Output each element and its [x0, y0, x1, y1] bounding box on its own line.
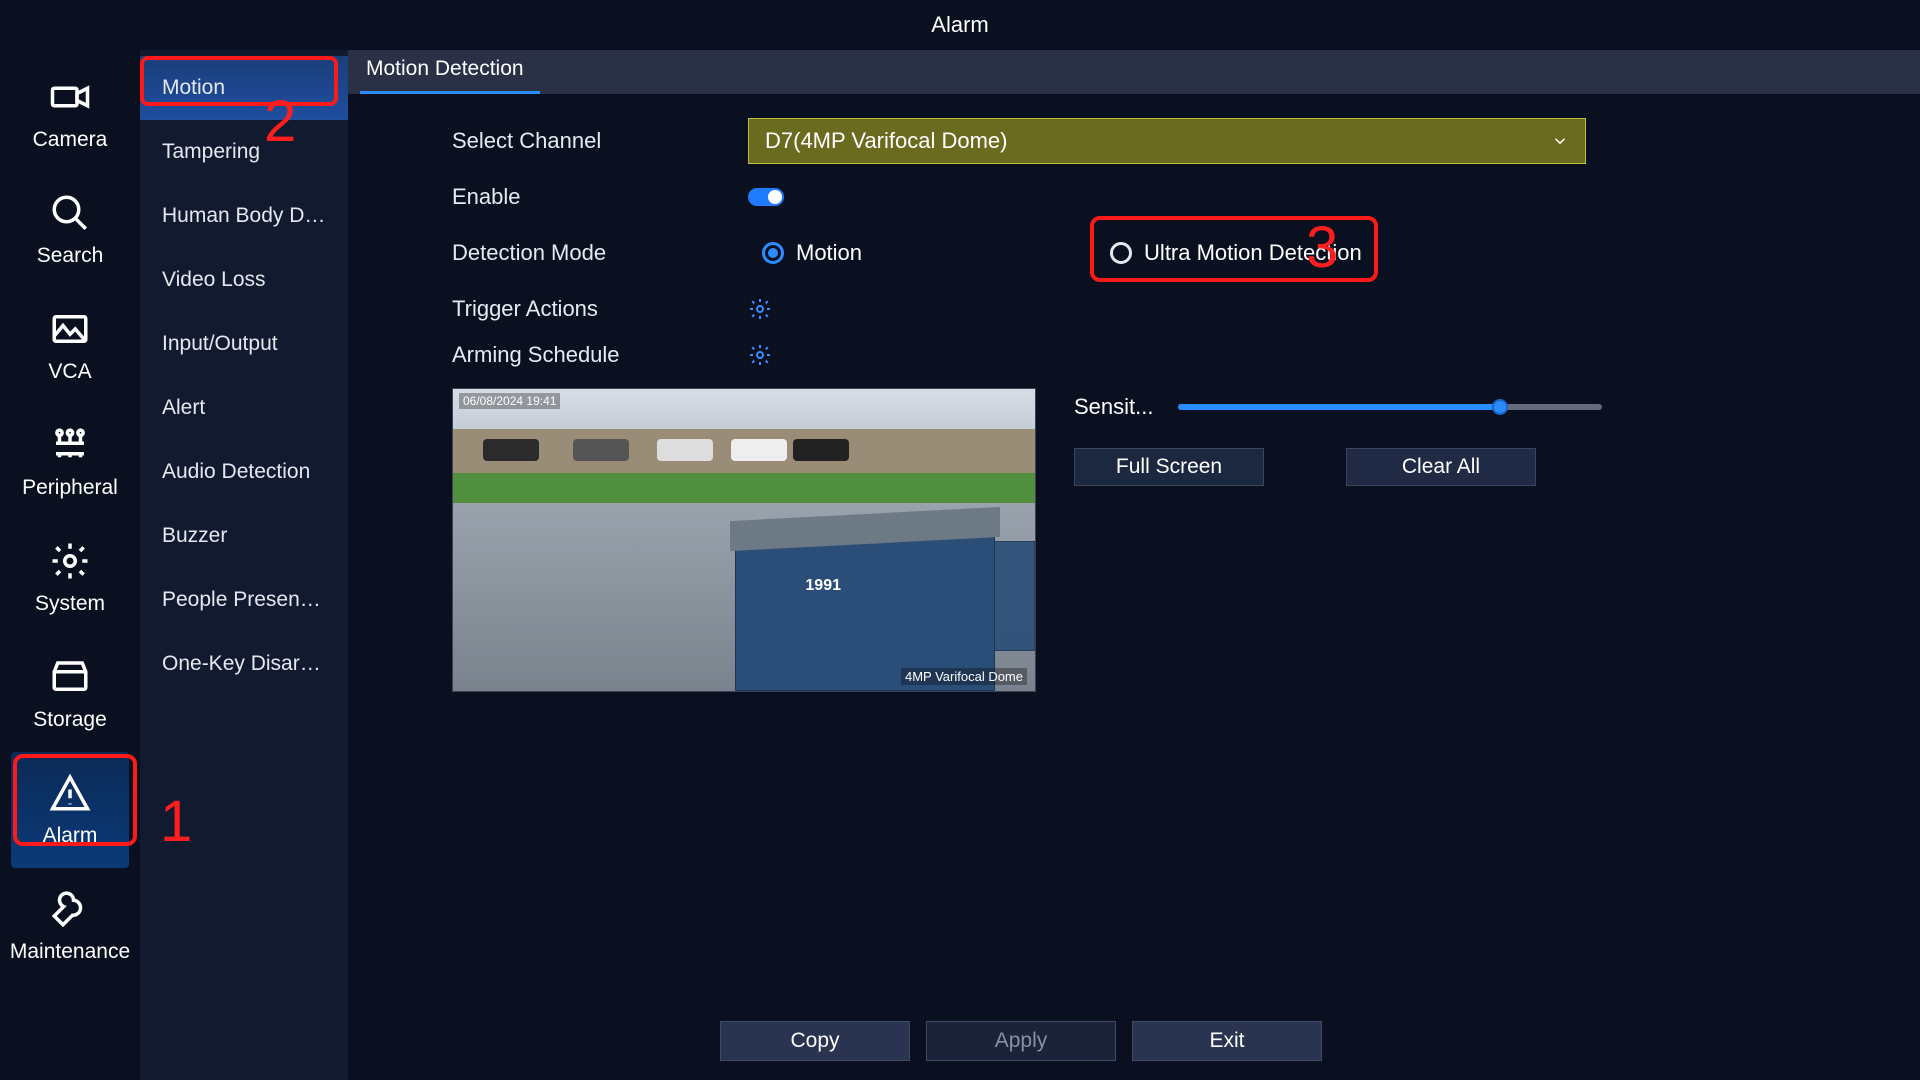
search-icon	[49, 192, 91, 234]
chevron-down-icon	[1551, 132, 1569, 150]
full-screen-button[interactable]: Full Screen	[1074, 448, 1264, 486]
sensitivity-label: Sensit...	[1074, 394, 1154, 420]
select-channel-dropdown[interactable]: D7(4MP Varifocal Dome)	[748, 118, 1586, 164]
rail-alarm[interactable]: Alarm	[11, 752, 129, 868]
rail-label: Storage	[33, 708, 107, 732]
rail-label: Alarm	[43, 824, 98, 848]
rail-maintenance[interactable]: Maintenance	[11, 868, 129, 984]
trigger-actions-button[interactable]	[748, 297, 772, 321]
rail-camera[interactable]: Camera	[11, 56, 129, 172]
clear-all-button[interactable]: Clear All	[1346, 448, 1536, 486]
peripheral-icon	[49, 424, 91, 466]
gear-icon	[49, 540, 91, 582]
radio-motion[interactable]: Motion	[748, 230, 876, 276]
rail-label: VCA	[48, 360, 91, 384]
radio-ultra-label: Ultra Motion Detection	[1144, 240, 1362, 266]
left-rail: Camera Search VCA Peripheral System Stor…	[0, 50, 140, 1080]
copy-button[interactable]: Copy	[720, 1021, 910, 1061]
exit-button[interactable]: Exit	[1132, 1021, 1322, 1061]
enable-label: Enable	[452, 184, 748, 210]
submenu: Motion Tampering Human Body Det... Video…	[140, 50, 348, 1080]
rail-peripheral[interactable]: Peripheral	[11, 404, 129, 520]
rail-label: System	[35, 592, 105, 616]
rail-storage[interactable]: Storage	[11, 636, 129, 752]
enable-toggle[interactable]	[748, 188, 784, 206]
rail-label: Peripheral	[22, 476, 118, 500]
submenu-alert[interactable]: Alert	[140, 376, 348, 440]
submenu-input-output[interactable]: Input/Output	[140, 312, 348, 376]
submenu-motion[interactable]: Motion	[140, 56, 348, 120]
select-channel-label: Select Channel	[452, 128, 748, 154]
radio-dot-icon	[1110, 242, 1132, 264]
tab-bar: Motion Detection	[348, 50, 1920, 94]
rail-label: Search	[37, 244, 104, 268]
detection-mode-label: Detection Mode	[452, 240, 748, 266]
rail-label: Camera	[33, 128, 108, 152]
settings-panel: Select Channel D7(4MP Varifocal Dome) En…	[348, 94, 1920, 1002]
wrench-icon	[49, 888, 91, 930]
radio-dot-icon	[762, 242, 784, 264]
preview-controls: Sensit... Full Screen Clear All	[1074, 388, 1602, 692]
arming-schedule-label: Arming Schedule	[452, 342, 748, 368]
camera-preview[interactable]: 1991 06/08/2024 19:41 4MP Varifocal Dome	[452, 388, 1036, 692]
apply-button[interactable]: Apply	[926, 1021, 1116, 1061]
preview-camera-label: 4MP Varifocal Dome	[901, 668, 1027, 685]
title-bar: Alarm	[0, 0, 1920, 50]
submenu-buzzer[interactable]: Buzzer	[140, 504, 348, 568]
submenu-one-key-disarm[interactable]: One-Key Disarmi..	[140, 632, 348, 696]
select-channel-value: D7(4MP Varifocal Dome)	[765, 128, 1007, 154]
submenu-audio-detection[interactable]: Audio Detection	[140, 440, 348, 504]
submenu-human-body[interactable]: Human Body Det...	[140, 184, 348, 248]
camera-icon	[49, 76, 91, 118]
arming-schedule-button[interactable]	[748, 343, 772, 367]
content-pane: Motion Detection Select Channel D7(4MP V…	[348, 50, 1920, 1080]
storage-icon	[49, 656, 91, 698]
rail-label: Maintenance	[10, 940, 130, 964]
page-title: Alarm	[931, 12, 988, 38]
slider-thumb[interactable]	[1492, 399, 1508, 415]
rail-system[interactable]: System	[11, 520, 129, 636]
vca-icon	[49, 308, 91, 350]
sensitivity-slider[interactable]	[1178, 404, 1602, 410]
tab-motion-detection[interactable]: Motion Detection	[360, 47, 540, 94]
footer-bar: Copy Apply Exit	[348, 1002, 1920, 1080]
submenu-video-loss[interactable]: Video Loss	[140, 248, 348, 312]
submenu-people-present[interactable]: People Present A...	[140, 568, 348, 632]
dumpster-number: 1991	[805, 577, 841, 595]
trigger-actions-label: Trigger Actions	[452, 296, 748, 322]
alarm-icon	[49, 772, 91, 814]
radio-motion-label: Motion	[796, 240, 862, 266]
radio-ultra-motion[interactable]: Ultra Motion Detection	[1096, 230, 1376, 276]
preview-timestamp: 06/08/2024 19:41	[459, 393, 560, 409]
rail-search[interactable]: Search	[11, 172, 129, 288]
submenu-tampering[interactable]: Tampering	[140, 120, 348, 184]
rail-vca[interactable]: VCA	[11, 288, 129, 404]
submenu-label: Motion	[162, 76, 225, 99]
